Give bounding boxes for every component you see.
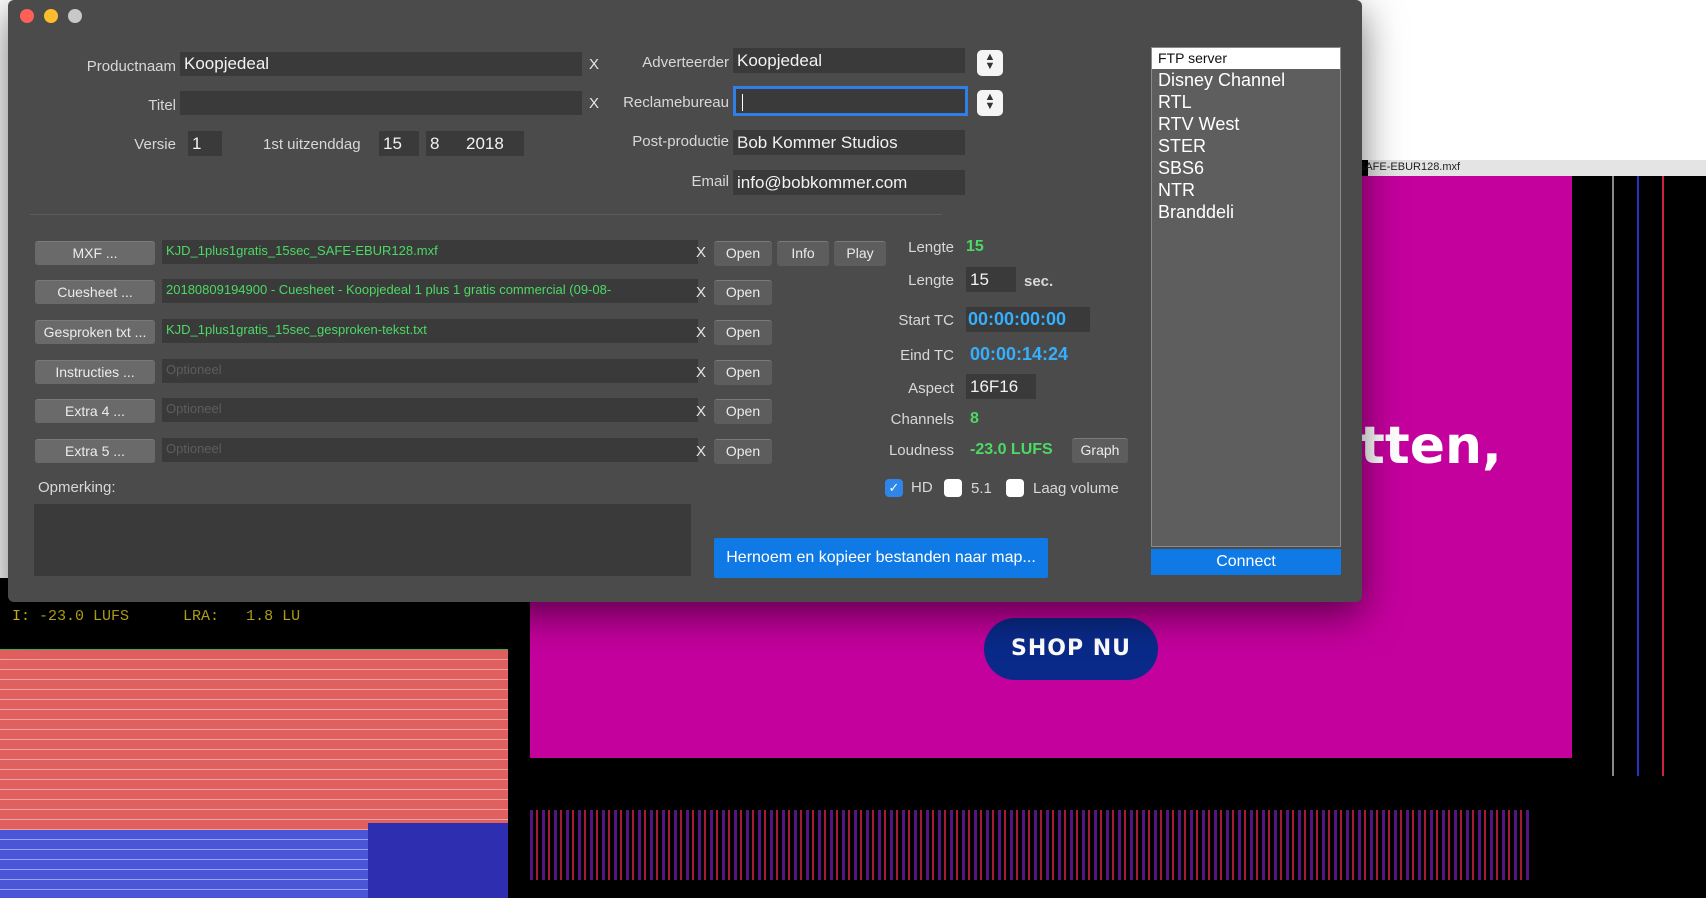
instructies-field[interactable]: Optioneel [162,359,698,383]
titel-label: Titel [148,97,176,114]
reclamebureau-field[interactable] [733,86,968,116]
ftp-server-list[interactable]: FTP server Disney Channel RTL RTV West S… [1151,47,1341,547]
close-window-button[interactable] [20,9,34,23]
cuesheet-clear-button[interactable]: X [696,284,706,301]
email-field[interactable]: info@bobkommer.com [733,170,965,195]
rename-copy-button[interactable]: Hernoem en kopieer bestanden naar map... [714,538,1048,578]
reclamebureau-label: Reclamebureau [623,94,729,111]
ftp-server-item[interactable]: NTR [1152,179,1340,201]
email-label: Email [691,173,729,190]
postproductie-field[interactable]: Bob Kommer Studios [733,130,965,155]
ftp-server-item[interactable]: Disney Channel [1152,69,1340,91]
instructies-open-button[interactable]: Open [714,360,772,385]
mxf-button[interactable]: MXF ... [35,241,155,265]
uitzenddag-day-field[interactable]: 15 [379,131,419,156]
video-window-title: SAFE-EBUR128.mxf [1358,161,1461,173]
seconds-unit: sec. [1024,273,1054,290]
versie-field[interactable]: 1 [188,131,222,156]
productnaam-label: Productnaam [86,58,176,75]
eind-tc-value: 00:00:14:24 [970,344,1069,364]
mxf-clear-button[interactable]: X [696,244,706,261]
versie-label: Versie [134,136,176,153]
cuesheet-field[interactable]: 20180809194900 - Cuesheet - Koopjedeal 1… [162,279,698,303]
laag-volume-label: Laag volume [1033,480,1119,497]
extra4-field[interactable]: Optioneel [162,398,698,422]
mxf-open-button[interactable]: Open [714,241,772,266]
shop-nu-button: SHOP NU [984,618,1158,680]
zoom-window-button[interactable] [68,9,82,23]
loudness-graph-blue-peak [368,823,508,898]
ftp-server-item[interactable]: STER [1152,135,1340,157]
adverteerder-field[interactable]: Koopjedeal [733,48,965,73]
meter-readout: I: -23.0 LUFS LRA: 1.8 LU [12,608,301,625]
extra5-field[interactable]: Optioneel [162,438,698,462]
gesproken-txt-open-button[interactable]: Open [714,320,772,345]
main-window: Productnaam Koopjedeal X Titel X Versie … [8,0,1362,602]
aspect-label: Aspect [908,380,954,397]
extra5-clear-button[interactable]: X [696,443,706,460]
cuesheet-open-button[interactable]: Open [714,280,772,305]
loudness-graph-blue [0,830,368,898]
uitzenddag-month-field[interactable]: 8 [426,131,462,156]
ftp-server-header: FTP server [1152,48,1340,69]
start-tc-field[interactable]: 00:00:00:00 [966,307,1090,332]
laag-volume-checkbox[interactable] [1006,479,1024,497]
hd-checkbox[interactable]: ✓ [885,479,903,497]
extra4-button[interactable]: Extra 4 ... [35,399,155,423]
adverteerder-stepper[interactable]: ▲ ▼ [977,50,1003,76]
productnaam-field[interactable]: Koopjedeal [180,52,582,76]
uitzenddag-year-field[interactable]: 2018 [462,131,524,156]
mxf-info-button[interactable]: Info [777,241,829,266]
extra4-open-button[interactable]: Open [714,399,772,424]
loudness-label: Loudness [888,442,954,459]
lengte-seconds-label: Lengte [908,272,954,289]
scope-line [1637,176,1639,776]
hd-label: HD [911,479,933,496]
lengte-seconds-field[interactable]: 15 [966,267,1016,292]
vectorscope [1582,176,1706,898]
mxf-field[interactable]: KJD_1plus1gratis_15sec_SAFE-EBUR128.mxf [162,240,698,264]
aspect-field[interactable]: 16F16 [966,374,1036,399]
loudness-meter-window: I: -23.0 LUFS LRA: 1.8 LU [0,578,508,898]
ftp-server-item[interactable]: RTL [1152,91,1340,113]
loudness-value: -23.0 LUFS [970,441,1053,458]
scope-line [1612,176,1614,776]
instructies-button[interactable]: Instructies ... [35,360,155,384]
surround-label: 5.1 [971,480,992,497]
uitzenddag-label: 1st uitzenddag [263,136,361,153]
reclamebureau-stepper[interactable]: ▲ ▼ [977,90,1003,116]
instructies-clear-button[interactable]: X [696,364,706,381]
ftp-server-item[interactable]: RTV West [1152,113,1340,135]
ftp-server-item[interactable]: SBS6 [1152,157,1340,179]
graph-button[interactable]: Graph [1072,438,1128,463]
start-tc-value: 00:00:00:00 [968,309,1067,329]
postproductie-label: Post-productie [632,133,729,150]
extra5-open-button[interactable]: Open [714,439,772,464]
lengte-label: Lengte [908,239,954,256]
channels-value: 8 [970,410,979,427]
adverteerder-label: Adverteerder [642,54,729,71]
gesproken-txt-clear-button[interactable]: X [696,324,706,341]
lengte-value: 15 [966,238,984,255]
start-tc-label: Start TC [898,312,954,329]
channels-label: Channels [890,411,954,428]
opmerking-label: Opmerking: [38,479,116,496]
surround-checkbox[interactable] [944,479,962,497]
video-overlay-text: tten, [1360,416,1502,476]
eind-tc-label: Eind TC [900,347,954,364]
opmerking-textarea[interactable] [34,504,691,576]
waveform [530,810,1530,880]
extra5-button[interactable]: Extra 5 ... [35,439,155,463]
scope-line [1662,176,1664,776]
connect-button[interactable]: Connect [1151,549,1341,575]
ftp-server-item[interactable]: Branddeli [1152,201,1340,223]
gesproken-txt-field[interactable]: KJD_1plus1gratis_15sec_gesproken-tekst.t… [162,319,698,343]
cuesheet-button[interactable]: Cuesheet ... [35,280,155,304]
titel-field[interactable] [180,91,582,115]
extra4-clear-button[interactable]: X [696,403,706,420]
gesproken-txt-button[interactable]: Gesproken txt ... [35,320,155,344]
minimize-window-button[interactable] [44,9,58,23]
divider [30,214,942,215]
